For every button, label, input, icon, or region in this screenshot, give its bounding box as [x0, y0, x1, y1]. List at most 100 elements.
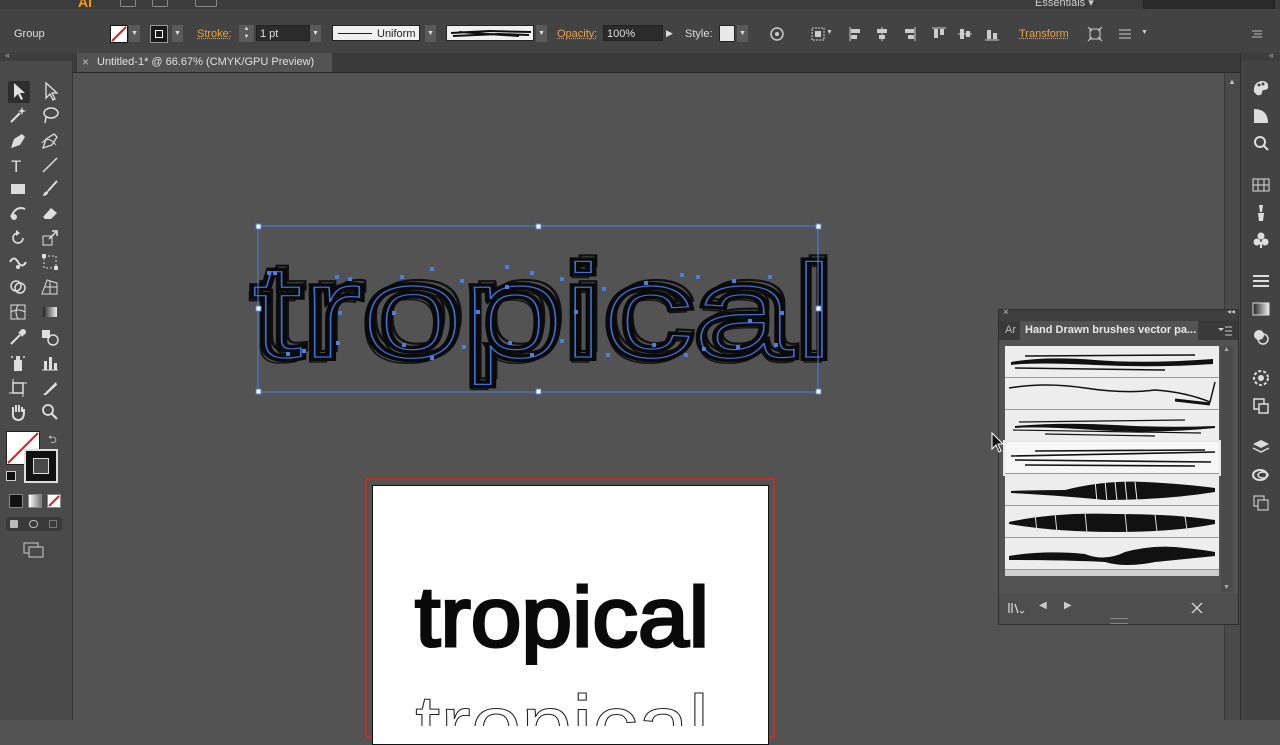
- brushes-panel-icon[interactable]: [1251, 203, 1271, 223]
- warp-tool[interactable]: [8, 252, 30, 274]
- fill-dropdown[interactable]: ▼: [129, 25, 140, 42]
- close-panel-icon[interactable]: ×: [1003, 307, 1009, 318]
- pen-tool[interactable]: [8, 131, 30, 153]
- brush-dropdown[interactable]: ▼: [536, 25, 547, 42]
- stroke-color-box[interactable]: [24, 449, 58, 483]
- collapse-panel-icon[interactable]: ◂◂: [1227, 307, 1235, 316]
- brush-item[interactable]: [1005, 538, 1219, 570]
- magic-wand-tool[interactable]: [8, 105, 30, 127]
- align-right-icon[interactable]: [901, 26, 917, 42]
- gradient-tool[interactable]: [40, 302, 62, 324]
- scroll-down-icon[interactable]: ▼: [1223, 584, 1230, 591]
- curvature-tool[interactable]: [40, 131, 62, 153]
- color-guide-icon[interactable]: [1251, 106, 1271, 126]
- opacity-field[interactable]: 100%: [603, 25, 663, 41]
- arrange-documents-button[interactable]: [195, 0, 217, 7]
- transform-link[interactable]: Transform: [1019, 28, 1069, 40]
- stroke-label[interactable]: Stroke:: [197, 28, 232, 40]
- graphic-style-swatch[interactable]: [719, 25, 735, 42]
- lasso-tool[interactable]: [40, 105, 62, 127]
- scale-tool[interactable]: [40, 228, 62, 250]
- draw-inside-icon[interactable]: [49, 520, 57, 528]
- remove-brush-icon[interactable]: [1191, 602, 1203, 614]
- artboard-frame[interactable]: tropical tropical: [365, 478, 775, 738]
- rotate-tool[interactable]: [8, 228, 30, 250]
- free-transform-tool[interactable]: [40, 252, 62, 274]
- rectangle-tool[interactable]: [8, 179, 30, 201]
- hand-tool[interactable]: [8, 402, 30, 424]
- graphic-styles-icon[interactable]: [1251, 368, 1271, 388]
- type-tool[interactable]: T: [8, 155, 30, 177]
- align-left-icon[interactable]: [848, 26, 864, 42]
- stroke-weight-stepper[interactable]: ▲ ▼: [239, 25, 254, 42]
- blend-tool[interactable]: [40, 327, 62, 349]
- options-icon[interactable]: [1117, 26, 1133, 42]
- isolate-group-icon[interactable]: [1087, 26, 1103, 42]
- libraries-panel-icon[interactable]: [1251, 465, 1271, 485]
- fill-swatch[interactable]: [110, 25, 128, 43]
- default-colors-icon[interactable]: [6, 471, 16, 481]
- align-to-icon[interactable]: [810, 26, 826, 42]
- resize-grip-icon[interactable]: [1110, 618, 1128, 624]
- zoom-tool[interactable]: [40, 402, 62, 424]
- close-tab-icon[interactable]: ×: [82, 53, 89, 72]
- brush-item[interactable]: [1005, 410, 1219, 442]
- brush-item[interactable]: [1005, 346, 1219, 378]
- eyedropper-tool[interactable]: [8, 327, 30, 349]
- align-horizontal-center-icon[interactable]: [874, 26, 890, 42]
- column-graph-tool[interactable]: [40, 353, 62, 375]
- selected-artwork-group[interactable]: tropical tropical tropical tropical: [240, 215, 860, 405]
- options-dropdown[interactable]: ▼: [1141, 29, 1148, 36]
- scroll-up-icon[interactable]: ▲: [1223, 346, 1230, 353]
- shaper-tool[interactable]: [8, 203, 30, 225]
- brush-definition[interactable]: [446, 25, 534, 41]
- panel-tab-secondary[interactable]: Ar: [1005, 321, 1016, 340]
- bridge-button[interactable]: [120, 0, 136, 7]
- drawing-modes-group[interactable]: [6, 517, 62, 531]
- stroke-panel-icon[interactable]: [1251, 271, 1271, 291]
- opacity-arrow[interactable]: ▶: [666, 25, 676, 42]
- line-segment-tool[interactable]: [40, 155, 62, 177]
- recolor-artwork-icon[interactable]: [769, 26, 785, 42]
- gradient-panel-icon[interactable]: [1251, 299, 1271, 319]
- scroll-up-icon[interactable]: ▲: [1228, 77, 1236, 86]
- document-tab[interactable]: × Untitled-1* @ 66.67% (CMYK/GPU Preview…: [77, 53, 332, 72]
- stock-button[interactable]: [152, 0, 168, 7]
- brush-item[interactable]: [1005, 474, 1219, 506]
- expand-dock-icon[interactable]: «: [1269, 50, 1274, 60]
- symbol-sprayer-tool[interactable]: [8, 353, 30, 375]
- artboard-tool[interactable]: [8, 378, 30, 400]
- align-vertical-center-icon[interactable]: [957, 26, 973, 42]
- draw-behind-icon[interactable]: [29, 520, 38, 528]
- brushes-library-tab[interactable]: Hand Drawn brushes vector pa...: [1020, 321, 1198, 340]
- brush-list-scrollbar[interactable]: ▲ ▼: [1221, 346, 1233, 592]
- brush-item[interactable]: [1005, 378, 1219, 410]
- search-field[interactable]: [1143, 0, 1275, 9]
- artboards-panel-icon[interactable]: [1251, 396, 1271, 416]
- control-panel-menu-icon[interactable]: [1249, 26, 1265, 42]
- eraser-tool[interactable]: [40, 203, 62, 225]
- workspace-switcher[interactable]: Essentials ▾: [1035, 0, 1094, 9]
- stroke-color-dropdown[interactable]: ▼: [172, 25, 183, 42]
- opacity-label[interactable]: Opacity:: [557, 28, 597, 40]
- previous-library-icon[interactable]: ◀: [1039, 600, 1047, 611]
- brush-libraries-menu-icon[interactable]: [1007, 601, 1025, 615]
- color-mode-icon[interactable]: [9, 494, 23, 508]
- draw-normal-icon[interactable]: [10, 520, 18, 528]
- brush-item-selected[interactable]: [1005, 442, 1219, 474]
- brush-item[interactable]: [1005, 506, 1219, 538]
- selection-tool[interactable]: [8, 81, 30, 103]
- panel-menu-icon[interactable]: [1217, 325, 1233, 337]
- slice-tool[interactable]: [40, 378, 62, 400]
- align-to-dropdown[interactable]: ▼: [826, 29, 833, 36]
- next-library-icon[interactable]: ▶: [1064, 600, 1072, 611]
- layers-panel-icon[interactable]: [1251, 437, 1271, 457]
- mesh-tool[interactable]: [8, 302, 30, 324]
- gradient-mode-icon[interactable]: [28, 494, 42, 508]
- shape-builder-tool[interactable]: [8, 277, 30, 299]
- direct-selection-tool[interactable]: [40, 81, 62, 103]
- variable-width-profile[interactable]: Uniform: [332, 25, 420, 41]
- screen-mode-icon[interactable]: [22, 541, 46, 559]
- stroke-weight-field[interactable]: 1 pt: [256, 25, 310, 41]
- align-bottom-icon[interactable]: [984, 26, 1000, 42]
